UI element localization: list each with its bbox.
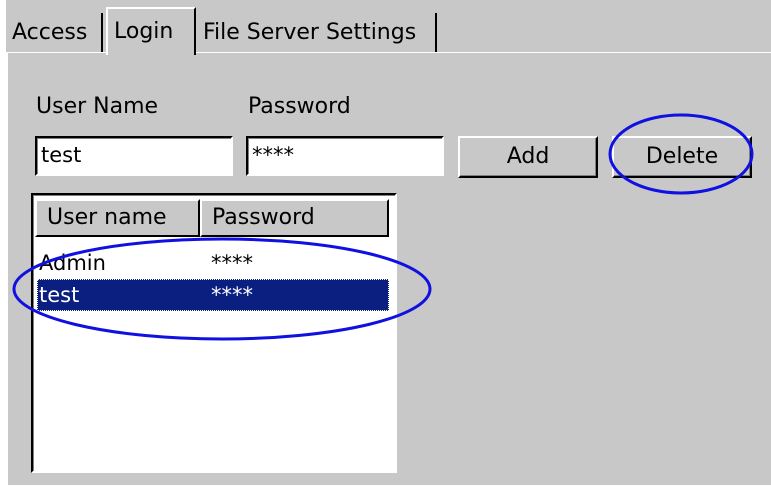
tab-strip: Access Login File Server Settings bbox=[6, 0, 771, 55]
list-item-password: **** bbox=[211, 251, 253, 275]
add-button[interactable]: Add bbox=[458, 136, 598, 178]
delete-button[interactable]: Delete bbox=[612, 136, 752, 178]
password-label: Password bbox=[248, 94, 351, 119]
password-value: **** bbox=[252, 143, 294, 167]
column-header-user-name[interactable]: User name bbox=[35, 199, 200, 237]
list-item[interactable]: Admin **** bbox=[37, 247, 389, 279]
list-item-user: Admin bbox=[39, 251, 106, 275]
tab-access-label: Access bbox=[12, 20, 88, 45]
column-header-user-name-label: User name bbox=[47, 205, 167, 230]
tab-file-server-settings[interactable]: File Server Settings bbox=[197, 13, 437, 53]
add-button-label: Add bbox=[506, 144, 550, 169]
user-name-field[interactable]: test bbox=[35, 136, 233, 176]
tab-access[interactable]: Access bbox=[6, 13, 103, 53]
user-name-value: test bbox=[41, 143, 82, 167]
user-list[interactable]: User name Password Admin **** test **** bbox=[31, 193, 397, 473]
column-header-password[interactable]: Password bbox=[200, 199, 389, 237]
list-item-selected[interactable]: test **** bbox=[37, 279, 389, 311]
tab-file-server-settings-label: File Server Settings bbox=[203, 20, 417, 45]
list-item-password: **** bbox=[211, 283, 253, 307]
tab-login-label: Login bbox=[114, 19, 174, 44]
tab-login[interactable]: Login bbox=[106, 7, 196, 55]
user-name-label: User Name bbox=[36, 94, 159, 119]
password-field[interactable]: **** bbox=[246, 136, 444, 176]
column-header-password-label: Password bbox=[212, 205, 315, 230]
list-item-user: test bbox=[39, 283, 80, 307]
delete-button-label: Delete bbox=[645, 144, 719, 169]
